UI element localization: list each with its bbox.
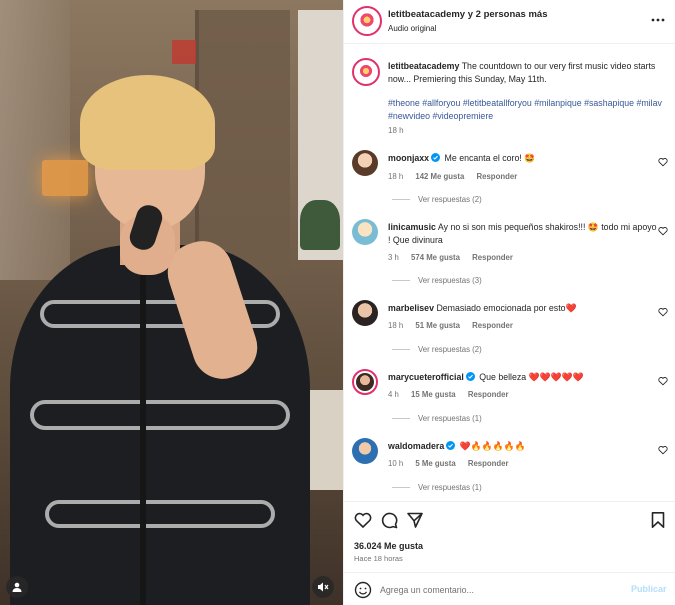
comment-icon[interactable] (380, 511, 398, 529)
background-window (0, 0, 70, 280)
more-icon[interactable] (650, 12, 666, 28)
mic-cable (140, 250, 146, 605)
add-comment-bar: Publicar (344, 572, 675, 605)
singer-hair (80, 75, 215, 170)
mute-icon[interactable] (312, 576, 334, 598)
save-icon[interactable] (649, 511, 667, 529)
heart-icon[interactable] (658, 376, 668, 386)
avatar[interactable] (352, 219, 378, 245)
comment-text: Me encanta el coro! 🤩 (444, 153, 536, 163)
avatar[interactable] (352, 438, 378, 464)
reply-button[interactable]: Responder (468, 459, 509, 468)
author-name[interactable]: letitbeatacademy (388, 9, 465, 20)
verified-icon (431, 153, 441, 162)
background-plant (300, 200, 340, 250)
shirt-pattern (30, 400, 290, 430)
comment-input[interactable] (380, 582, 600, 598)
view-replies-button[interactable]: Ver respuestas (1) (392, 483, 482, 492)
comment-likes[interactable]: 51 Me gusta (415, 321, 460, 330)
verified-icon (446, 441, 456, 450)
comment-time[interactable]: 3 h (388, 253, 399, 262)
avatar[interactable] (352, 6, 382, 36)
avatar[interactable] (352, 150, 378, 176)
comment-username[interactable]: marycueterofficial (388, 372, 464, 382)
caption-username[interactable]: letitbeatacademy (388, 61, 459, 71)
comment-likes[interactable]: 5 Me gusta (415, 459, 455, 468)
background-exit-sign (172, 40, 196, 64)
comment-likes[interactable]: 142 Me gusta (415, 172, 464, 181)
comment-likes[interactable]: 15 Me gusta (411, 390, 456, 399)
verified-icon (465, 372, 475, 381)
avatar[interactable] (352, 300, 378, 326)
view-replies-button[interactable]: Ver respuestas (2) (392, 345, 482, 354)
comment-time[interactable]: 10 h (388, 459, 403, 468)
reply-button[interactable]: Responder (477, 172, 518, 181)
hashtags[interactable]: #theone #allforyou #letitbeatallforyou #… (388, 97, 673, 123)
like-count[interactable]: 36.024 Me gusta (354, 541, 423, 551)
smiley-icon[interactable] (354, 581, 372, 599)
reply-button[interactable]: Responder (472, 253, 513, 262)
heart-icon[interactable] (658, 445, 668, 455)
heart-icon[interactable] (354, 511, 372, 529)
comment-text: ❤️🔥🔥🔥🔥🔥 (459, 441, 526, 451)
collab-suffix[interactable]: y 2 personas más (468, 9, 548, 20)
comment-time[interactable]: 18 h (388, 321, 403, 330)
comment-username[interactable]: linicamusic (388, 222, 436, 232)
heart-icon[interactable] (658, 226, 668, 236)
comment-text: Que belleza ❤️❤️❤️❤️❤️ (479, 372, 584, 382)
heart-icon[interactable] (658, 157, 668, 167)
comment-username[interactable]: marbelisev (388, 303, 434, 313)
publish-button[interactable]: Publicar (631, 584, 667, 594)
post-modal: letitbeatacademy y 2 personas más Audio … (0, 0, 675, 605)
post-actions: 36.024 Me gusta Hace 18 horas Publicar (344, 501, 675, 605)
audio-label[interactable]: Audio original (388, 24, 436, 33)
comment-username[interactable]: moonjaxx (388, 153, 429, 163)
caption-time: 18 h (388, 126, 404, 135)
comment-username[interactable]: waldomadera (388, 441, 444, 451)
reply-button[interactable]: Responder (472, 321, 513, 330)
heart-icon[interactable] (658, 307, 668, 317)
view-replies-button[interactable]: Ver respuestas (2) (392, 195, 482, 204)
caption: letitbeatacademy The countdown to our ve… (388, 60, 673, 86)
share-icon[interactable] (406, 511, 424, 529)
post-video[interactable] (0, 0, 343, 605)
view-replies-button[interactable]: Ver respuestas (1) (392, 414, 482, 423)
comment-time[interactable]: 18 h (388, 172, 403, 181)
shirt-pattern (45, 500, 275, 528)
post-side-panel: letitbeatacademy y 2 personas más Audio … (343, 0, 675, 605)
user-tag-icon[interactable] (6, 576, 28, 598)
avatar[interactable] (352, 369, 378, 395)
background-lamp (42, 160, 88, 196)
view-replies-button[interactable]: Ver respuestas (3) (392, 276, 482, 285)
post-date[interactable]: Hace 18 horas (354, 554, 403, 563)
post-header: letitbeatacademy y 2 personas más Audio … (344, 0, 675, 44)
caption-avatar[interactable] (352, 58, 380, 86)
comment-time[interactable]: 4 h (388, 390, 399, 399)
comment-likes[interactable]: 574 Me gusta (411, 253, 460, 262)
header-username[interactable]: letitbeatacademy y 2 personas más (388, 9, 547, 20)
reply-button[interactable]: Responder (468, 390, 509, 399)
comment-text: Demasiado emocionada por esto❤️ (436, 303, 577, 313)
